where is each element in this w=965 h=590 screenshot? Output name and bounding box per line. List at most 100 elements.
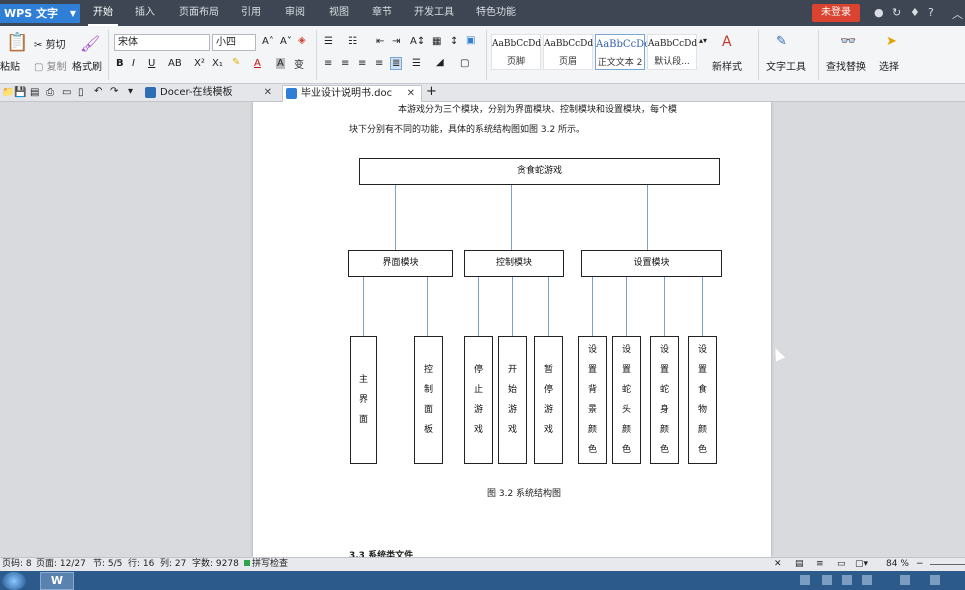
zoom-out-icon[interactable]: − [916, 558, 924, 571]
table-icon[interactable]: ▦ [432, 36, 441, 47]
sort-icon[interactable]: ↕ [450, 36, 458, 47]
layout-view-icon[interactable]: ▢▾ [855, 558, 868, 571]
copy-button[interactable]: ▢ 复制 [34, 58, 67, 73]
tray-icon[interactable] [800, 575, 810, 585]
align-right-icon[interactable]: ≡ [358, 58, 366, 69]
highlight-icon[interactable]: ✎ [232, 57, 240, 68]
text-tools-button[interactable]: 文字工具 [766, 58, 806, 73]
format-painter-button[interactable]: 格式刷 [72, 58, 102, 73]
tab-developer[interactable]: 开发工具 [410, 0, 458, 26]
new-tab-icon[interactable]: + [426, 84, 437, 99]
refresh-icon[interactable]: ↻ [892, 6, 901, 19]
redo-icon[interactable]: ↷ [110, 86, 118, 97]
tab-insert[interactable]: 插入 [130, 0, 160, 26]
style-body-text-2[interactable]: AaBbCcDc 正文文本 2 [595, 34, 650, 70]
underline-button[interactable]: U [148, 58, 155, 69]
border-icon[interactable]: ▢ [460, 58, 469, 69]
document-page[interactable]: 本游戏分为三个模块，分别为界面模块、控制模块和设置模块，每个模 块下分别有不同的… [253, 102, 771, 557]
justify-icon[interactable]: ≡ [375, 58, 383, 69]
bold-button[interactable]: B [116, 58, 124, 69]
phonetic-guide-button[interactable]: 变 [294, 56, 304, 71]
distribute-icon[interactable]: ≣ [390, 57, 403, 70]
select-button[interactable]: 选择 [879, 58, 899, 73]
undo-icon[interactable]: ↶ [94, 86, 102, 97]
tray-icon[interactable] [862, 575, 872, 585]
tray-icon[interactable] [900, 575, 910, 585]
quick-access-menu-icon[interactable]: ▾ [128, 86, 133, 97]
new-style-button[interactable]: 新样式 [712, 58, 742, 73]
subscript-button[interactable]: X₁ [212, 58, 223, 69]
superscript-button[interactable]: X² [194, 58, 205, 69]
find-replace-button[interactable]: 查找替换 [826, 58, 866, 73]
line-spacing-icon[interactable]: ☰ [412, 58, 421, 69]
style-footer[interactable]: AaBbCcDd 页脚 [491, 34, 541, 70]
increase-indent-icon[interactable]: ⇥ [392, 36, 400, 47]
print-preview-icon[interactable]: ▭ [62, 87, 71, 98]
strikethrough-button[interactable]: AB [168, 58, 182, 69]
help-icon[interactable]: ? [928, 6, 934, 19]
italic-button[interactable]: I [132, 58, 135, 69]
shirt-icon[interactable]: ♦ [910, 6, 920, 19]
font-color-button[interactable]: A [254, 58, 261, 69]
outline-view-icon[interactable]: ≡ [816, 558, 824, 571]
numbered-list-icon[interactable]: ☷ [348, 36, 357, 47]
show-marks-icon[interactable]: ▣ [466, 35, 475, 46]
align-center-icon[interactable]: ≡ [341, 58, 349, 69]
page-view-icon[interactable]: ▤ [795, 558, 804, 571]
folder-icon[interactable]: 📁 [2, 87, 14, 98]
align-left-icon[interactable]: ≡ [324, 58, 332, 69]
style-default-para[interactable]: AaBbCcDd 默认段... [647, 34, 697, 70]
status-pages[interactable]: 页面: 12/27 [36, 558, 86, 571]
shading-icon[interactable]: ◢ [436, 57, 444, 68]
paste-button[interactable]: 粘贴 [0, 58, 20, 73]
wps-taskbar-button[interactable]: W [40, 572, 74, 590]
tray-icon[interactable] [822, 575, 832, 585]
volume-icon[interactable] [930, 575, 940, 585]
spell-check-toggle[interactable]: 拼写检查 [244, 558, 288, 571]
document-workspace[interactable]: 本游戏分为三个模块，分别为界面模块、控制模块和设置模块，每个模 块下分别有不同的… [0, 102, 965, 557]
text-direction-icon[interactable]: A↕ [410, 36, 425, 47]
grow-font-icon[interactable]: A˄ [262, 36, 274, 47]
tab-chapter[interactable]: 章节 [367, 0, 397, 26]
export-pdf-icon[interactable]: ▤ [30, 87, 39, 98]
page-icon[interactable]: ▯ [78, 87, 84, 98]
app-menu-button[interactable]: WPS 文字 ▼ [0, 4, 80, 23]
shrink-font-icon[interactable]: A˅ [280, 36, 292, 47]
tab-thesis-doc[interactable]: 毕业设计说明书.doc ✕ [282, 85, 422, 102]
clear-format-icon[interactable]: ◈ [298, 35, 306, 46]
format-painter-icon[interactable]: 🖌 [80, 34, 100, 53]
login-button[interactable]: 未登录 [812, 4, 860, 22]
style-header[interactable]: AaBbCcDd 页眉 [543, 34, 593, 70]
tab-home[interactable]: 开始 [88, 0, 118, 26]
cut-button[interactable]: ✂ 剪切 [34, 36, 66, 51]
status-word-count[interactable]: 字数: 9278 [192, 558, 239, 571]
paste-icon[interactable]: 📋 [6, 32, 28, 53]
style-scroll-icon[interactable]: ▴▾ [699, 36, 707, 45]
zoom-slider[interactable] [930, 564, 965, 565]
skin-icon[interactable]: ● [874, 6, 884, 19]
print-icon[interactable]: ⎙ [46, 87, 54, 98]
tab-review[interactable]: 审阅 [280, 0, 310, 26]
start-button[interactable] [2, 572, 26, 590]
diagram-module-node: 控制模块 [464, 250, 564, 277]
bullet-list-icon[interactable]: ☰ [324, 36, 333, 47]
tab-features[interactable]: 特色功能 [472, 0, 520, 26]
diagram-root-node: 贪食蛇游戏 [359, 158, 720, 185]
reading-mode-icon[interactable]: ✕ [774, 558, 782, 571]
diagram-leaf-char: 戏 [507, 425, 517, 435]
tab-view[interactable]: 视图 [324, 0, 354, 26]
zoom-level[interactable]: 84 % [886, 558, 909, 571]
tab-references[interactable]: 引用 [236, 0, 266, 26]
collapse-icon[interactable]: ︿ [952, 6, 963, 22]
tab-page-layout[interactable]: 页面布局 [175, 0, 223, 26]
font-name-select[interactable]: 宋体 [114, 34, 210, 51]
close-icon[interactable]: ✕ [264, 85, 272, 101]
decrease-indent-icon[interactable]: ⇤ [376, 36, 384, 47]
web-view-icon[interactable]: ▭ [837, 558, 846, 571]
tray-icon[interactable] [842, 575, 852, 585]
font-size-select[interactable]: 小四 [212, 34, 256, 51]
char-shading-button[interactable]: A [276, 58, 285, 69]
save-icon[interactable]: 💾 [14, 87, 26, 98]
tab-docer-templates[interactable]: Docer-在线模板 ✕ [142, 85, 278, 102]
close-icon[interactable]: ✕ [407, 86, 415, 102]
